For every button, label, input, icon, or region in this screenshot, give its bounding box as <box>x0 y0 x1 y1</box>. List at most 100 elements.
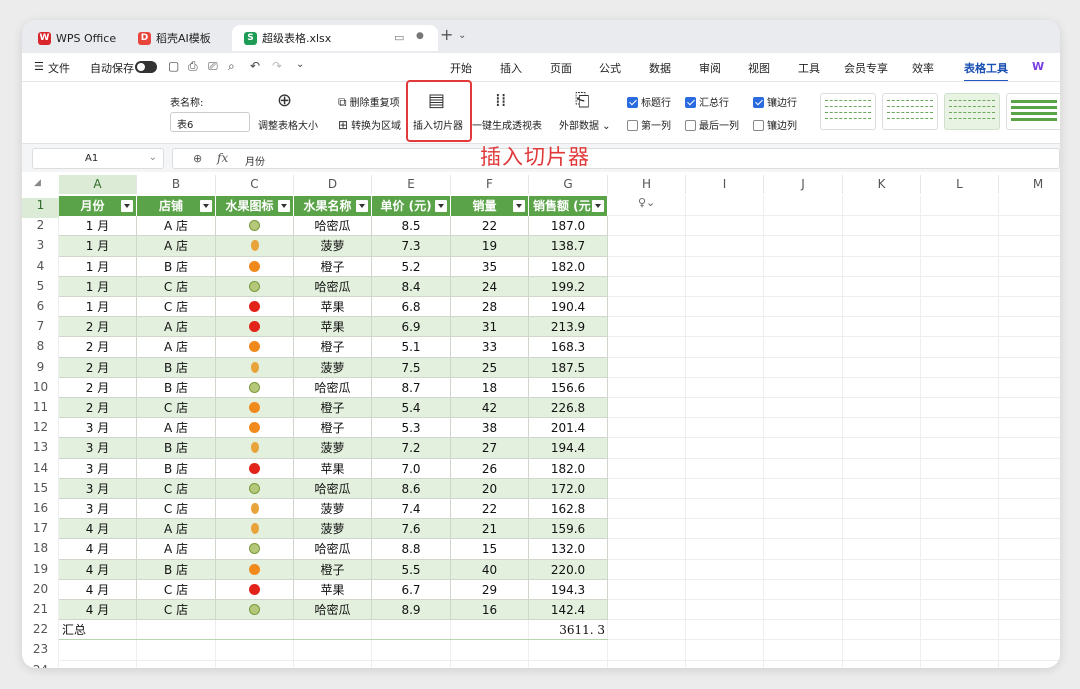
first-column-checkbox[interactable]: 第一列 <box>627 117 671 132</box>
sales-cell[interactable]: 194.4 <box>529 438 608 459</box>
row-header[interactable]: 1 <box>22 198 59 219</box>
store-cell[interactable]: C 店 <box>137 478 216 499</box>
row-header[interactable]: 13 <box>22 440 59 460</box>
row-header[interactable]: 15 <box>22 481 59 501</box>
table-header-cell[interactable]: 单价 (元) <box>372 196 451 216</box>
store-cell[interactable]: B 店 <box>137 458 216 479</box>
store-cell[interactable]: C 店 <box>137 398 216 419</box>
fruit-name-cell[interactable]: 哈密瓜 <box>294 539 372 560</box>
sales-cell[interactable]: 199.2 <box>529 276 608 297</box>
price-cell[interactable]: 7.5 <box>372 357 451 378</box>
fruit-name-cell[interactable]: 橙子 <box>294 337 372 358</box>
row-header[interactable]: 7 <box>22 319 59 339</box>
fruit-icon-cell[interactable] <box>216 357 294 378</box>
redo-icon[interactable]: ↷ <box>272 59 282 73</box>
sales-cell[interactable]: 194.3 <box>529 579 608 600</box>
month-cell[interactable]: 1 月 <box>59 276 137 297</box>
banded-rows-checkbox[interactable]: 镶边行 <box>753 94 797 109</box>
row-header[interactable]: 17 <box>22 521 59 541</box>
fruit-name-cell[interactable]: 苹果 <box>294 317 372 338</box>
sales-cell[interactable]: 132.0 <box>529 539 608 560</box>
price-cell[interactable]: 7.4 <box>372 499 451 520</box>
store-cell[interactable]: A 店 <box>137 539 216 560</box>
column-header-d[interactable]: D <box>294 175 372 194</box>
menu-tab-home[interactable]: 开始 <box>450 60 472 76</box>
tab-docer-ai[interactable]: D 稻壳AI模板 <box>126 25 226 51</box>
price-cell[interactable]: 7.0 <box>372 458 451 479</box>
fruit-icon-cell[interactable] <box>216 377 294 398</box>
row-header[interactable]: 5 <box>22 279 59 299</box>
fruit-icon-cell[interactable] <box>216 438 294 459</box>
fruit-name-cell[interactable]: 菠萝 <box>294 236 372 257</box>
menu-tab-ai[interactable]: W <box>1032 60 1044 73</box>
fruit-name-cell[interactable]: 菠萝 <box>294 499 372 520</box>
remove-duplicates-button[interactable]: ⧉ 删除重复项 <box>338 94 400 110</box>
column-header-h[interactable]: H <box>608 175 686 194</box>
store-cell[interactable]: C 店 <box>137 499 216 520</box>
fruit-name-cell[interactable]: 苹果 <box>294 579 372 600</box>
sales-cell[interactable]: 182.0 <box>529 256 608 277</box>
column-header-l[interactable]: L <box>921 175 999 194</box>
fruit-icon-cell[interactable] <box>216 519 294 540</box>
new-tab-icon[interactable]: + <box>440 25 453 44</box>
total-value-cell[interactable]: 3611. 3 <box>529 620 608 640</box>
fruit-icon-cell[interactable] <box>216 458 294 479</box>
price-cell[interactable]: 8.6 <box>372 478 451 499</box>
table-style-3[interactable] <box>944 93 1000 130</box>
menu-tab-page[interactable]: 页面 <box>550 60 572 76</box>
last-column-checkbox[interactable]: 最后一列 <box>685 117 739 132</box>
filter-dropdown-icon[interactable] <box>121 200 133 212</box>
save-icon[interactable]: ▢ <box>168 59 179 73</box>
store-cell[interactable]: A 店 <box>137 317 216 338</box>
column-header-g[interactable]: G <box>529 175 608 194</box>
row-header[interactable]: 24 <box>22 663 59 668</box>
month-cell[interactable]: 2 月 <box>59 337 137 358</box>
row-header[interactable]: 6 <box>22 299 59 319</box>
table-header-cell[interactable]: 水果图标 <box>216 196 294 216</box>
menu-tab-member[interactable]: 会员专享 <box>844 60 888 76</box>
month-cell[interactable]: 1 月 <box>59 216 137 237</box>
month-cell[interactable]: 3 月 <box>59 499 137 520</box>
table-style-2[interactable] <box>882 93 938 130</box>
chevron-down-icon[interactable]: ⌄ <box>458 30 466 41</box>
month-cell[interactable]: 1 月 <box>59 256 137 277</box>
quantity-cell[interactable]: 35 <box>451 256 529 277</box>
print-preview-icon[interactable]: ⌕ <box>228 59 235 74</box>
row-header[interactable]: 18 <box>22 541 59 561</box>
store-cell[interactable]: C 店 <box>137 600 216 621</box>
price-cell[interactable]: 8.7 <box>372 377 451 398</box>
external-data-button[interactable]: 外部数据 ⌄ <box>559 117 611 132</box>
sales-cell[interactable]: 159.6 <box>529 519 608 540</box>
fruit-name-cell[interactable]: 橙子 <box>294 559 372 580</box>
table-header-cell[interactable]: 水果名称 <box>294 196 372 216</box>
fruit-icon-cell[interactable] <box>216 418 294 439</box>
fruit-name-cell[interactable]: 哈密瓜 <box>294 216 372 237</box>
filter-dropdown-icon[interactable] <box>592 200 604 212</box>
price-cell[interactable]: 8.9 <box>372 600 451 621</box>
fruit-icon-cell[interactable] <box>216 337 294 358</box>
column-header-f[interactable]: F <box>451 175 529 194</box>
fruit-icon-cell[interactable] <box>216 317 294 338</box>
table-header-cell[interactable]: 月份 <box>59 196 137 216</box>
price-cell[interactable]: 5.3 <box>372 418 451 439</box>
fruit-icon-cell[interactable] <box>216 499 294 520</box>
sales-cell[interactable]: 187.0 <box>529 216 608 237</box>
quantity-cell[interactable]: 20 <box>451 478 529 499</box>
fx-icon[interactable]: fx <box>217 151 228 165</box>
table-header-cell[interactable]: 店铺 <box>137 196 216 216</box>
month-cell[interactable]: 4 月 <box>59 579 137 600</box>
convert-to-range-button[interactable]: ⊞ 转换为区域 <box>338 117 401 132</box>
quantity-cell[interactable]: 33 <box>451 337 529 358</box>
row-header[interactable]: 16 <box>22 501 59 521</box>
row-header[interactable]: 10 <box>22 380 59 400</box>
month-cell[interactable]: 3 月 <box>59 418 137 439</box>
quantity-cell[interactable]: 25 <box>451 357 529 378</box>
sales-cell[interactable]: 226.8 <box>529 398 608 419</box>
filter-dropdown-icon[interactable] <box>278 200 290 212</box>
fruit-icon-cell[interactable] <box>216 559 294 580</box>
menu-tab-tools[interactable]: 工具 <box>798 60 820 76</box>
fruit-name-cell[interactable]: 哈密瓜 <box>294 478 372 499</box>
row-header[interactable]: 21 <box>22 602 59 622</box>
row-header[interactable]: 3 <box>22 238 59 258</box>
sales-cell[interactable]: 142.4 <box>529 600 608 621</box>
